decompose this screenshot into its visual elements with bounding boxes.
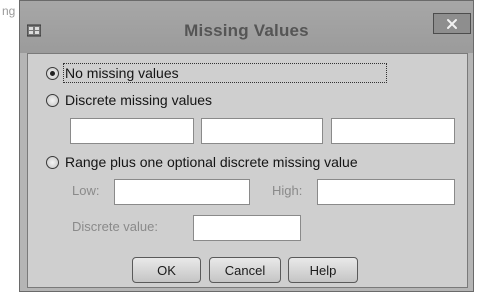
help-button[interactable]: Help (288, 257, 358, 283)
discrete-value-field-1[interactable] (70, 118, 194, 144)
missing-values-dialog: Missing Values No missing values Discret… (19, 0, 474, 292)
discrete-value-field-2[interactable] (201, 118, 323, 144)
discrete-value-label: Discrete value: (72, 219, 158, 234)
range-radio[interactable] (46, 156, 59, 169)
discrete-value-field-3[interactable] (331, 118, 455, 144)
close-icon (447, 18, 457, 29)
discrete-missing-values-label[interactable]: Discrete missing values (65, 92, 212, 108)
cancel-button[interactable]: Cancel (209, 257, 281, 283)
discrete-missing-values-radio[interactable] (46, 94, 59, 107)
range-label[interactable]: Range plus one optional discrete missing… (65, 154, 358, 170)
low-field[interactable] (114, 179, 250, 205)
no-missing-values-radio[interactable] (46, 67, 59, 80)
close-button[interactable] (433, 13, 471, 34)
dialog-body (27, 53, 468, 288)
no-missing-values-label[interactable]: No missing values (63, 63, 387, 83)
background-window-text: ng (2, 4, 16, 18)
title-bar[interactable]: Missing Values (20, 1, 473, 53)
high-field[interactable] (317, 179, 455, 205)
dialog-title: Missing Values (184, 21, 309, 40)
ok-button[interactable]: OK (132, 257, 201, 283)
high-label: High: (272, 183, 303, 198)
low-label: Low: (72, 183, 100, 198)
discrete-value-field[interactable] (193, 215, 301, 241)
